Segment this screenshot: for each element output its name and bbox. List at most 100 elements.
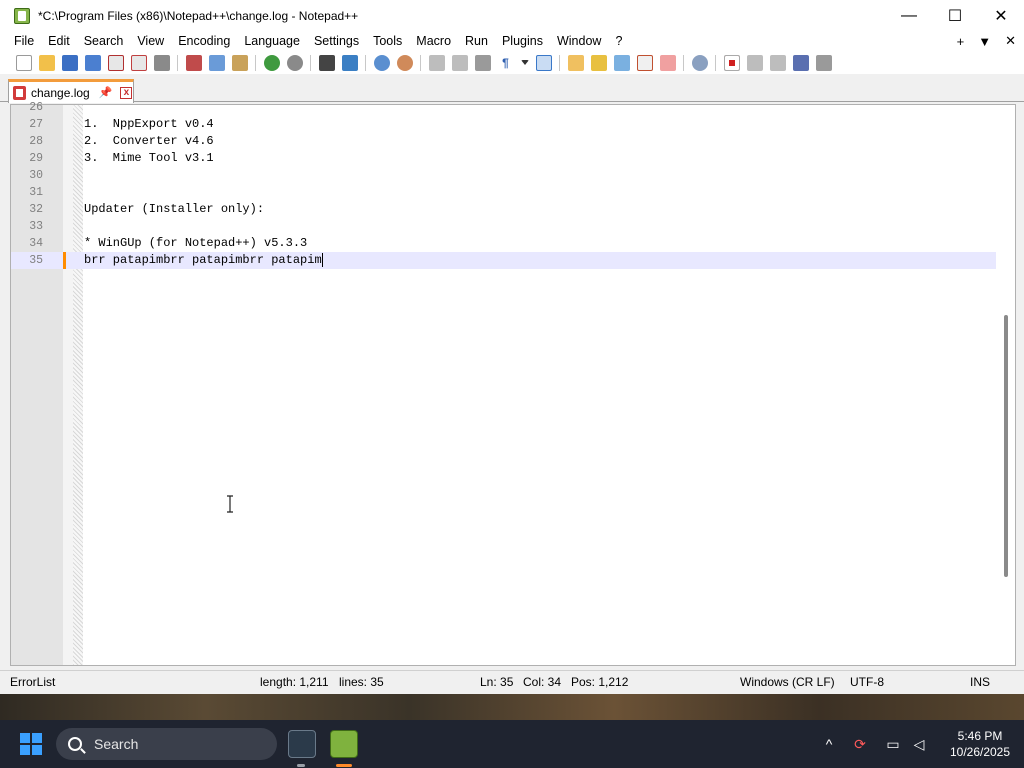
status-language: ErrorList [10, 675, 56, 689]
title-bar[interactable]: *C:\Program Files (x86)\Notepad++\change… [0, 0, 1024, 31]
menu-edit[interactable]: Edit [41, 34, 77, 48]
editor-line[interactable]: 33 [11, 218, 996, 235]
menu-plugins[interactable]: Plugins [495, 34, 550, 48]
zoom-in-icon[interactable] [373, 54, 390, 71]
line-text[interactable]: 2. Converter v4.6 [84, 133, 214, 150]
minimize-button[interactable]: — [886, 0, 932, 31]
line-text[interactable]: Updater (Installer only): [84, 201, 264, 218]
status-eol[interactable]: Windows (CR LF) [740, 675, 835, 689]
close-all-icon[interactable] [130, 54, 147, 71]
zoom-out-icon[interactable] [396, 54, 413, 71]
notepadpp-app-icon[interactable] [14, 7, 30, 24]
editor-line[interactable]: 26 [11, 99, 996, 116]
dropdown-arrow-icon[interactable] [520, 60, 529, 65]
menu-view[interactable]: View [130, 34, 171, 48]
current-line[interactable]: 35 brr patapimbrr patapimbrr patapim [11, 252, 996, 269]
editor-line[interactable]: 31 [11, 184, 996, 201]
status-insert-mode[interactable]: INS [970, 675, 990, 689]
editor-line[interactable]: 30 [11, 167, 996, 184]
sync-error-icon[interactable]: ⟳ [852, 736, 868, 752]
pin-icon[interactable]: 📌 [99, 86, 113, 99]
terminal-running-indicator [297, 764, 305, 767]
stop-macro-icon[interactable] [746, 54, 763, 71]
line-text-content: 2. Converter v4.6 [84, 134, 214, 148]
run-macro-multiple-icon[interactable] [792, 54, 809, 71]
open-file-icon[interactable] [38, 54, 55, 71]
window-controls: — ☐ ✕ [886, 0, 1024, 31]
status-bar: ErrorList length: 1,211 lines: 35 Ln: 35… [0, 670, 1024, 693]
folder-as-workspace-icon[interactable] [659, 54, 676, 71]
paste-icon[interactable] [231, 54, 248, 71]
menu-run[interactable]: Run [458, 34, 495, 48]
menu-file[interactable]: File [0, 34, 41, 48]
menu-encoding[interactable]: Encoding [171, 34, 237, 48]
word-wrap-icon[interactable] [474, 54, 491, 71]
save-macro-icon[interactable] [815, 54, 832, 71]
clock-time: 5:46 PM [957, 729, 1003, 743]
print-icon[interactable] [153, 54, 170, 71]
show-all-characters-icon[interactable]: ¶ [497, 54, 514, 71]
change-history-marker [63, 252, 66, 269]
taskbar-clock[interactable]: 5:46 PM 10/26/2025 [940, 728, 1020, 760]
editor-line[interactable]: 28 2. Converter v4.6 [11, 133, 996, 150]
close-window-button[interactable]: ✕ [978, 0, 1024, 31]
play-macro-icon[interactable] [769, 54, 786, 71]
new-tab-plus-icon[interactable]: + [957, 34, 965, 49]
replace-icon[interactable] [341, 54, 358, 71]
vertical-scrollbar[interactable] [998, 105, 1015, 665]
find-icon[interactable] [318, 54, 335, 71]
undo-icon[interactable] [263, 54, 280, 71]
terminal-app-icon[interactable] [288, 730, 316, 758]
menu-language[interactable]: Language [237, 34, 307, 48]
line-text[interactable]: 3. Mime Tool v3.1 [84, 150, 214, 167]
define-language-icon[interactable] [567, 54, 584, 71]
copy-icon[interactable] [208, 54, 225, 71]
start-windows-icon[interactable] [20, 733, 42, 755]
notepadpp-active-indicator [336, 764, 352, 767]
menu-macro[interactable]: Macro [409, 34, 458, 48]
editor-line[interactable]: 29 3. Mime Tool v3.1 [11, 150, 996, 167]
menu-tools[interactable]: Tools [366, 34, 409, 48]
menu-search[interactable]: Search [77, 34, 131, 48]
status-encoding[interactable]: UTF-8 [850, 675, 884, 689]
document-map-icon[interactable] [590, 54, 607, 71]
cut-icon[interactable] [185, 54, 202, 71]
tab-close-icon[interactable]: x [120, 86, 133, 99]
vertical-scrollbar-thumb[interactable] [1004, 315, 1008, 577]
line-number: 27 [29, 118, 43, 131]
editor-lines[interactable]: 26 27 1. NppExport v0.4 28 2. Converter v4.6… [11, 99, 996, 269]
taskbar-search-box[interactable]: Search [56, 728, 277, 760]
record-macro-icon[interactable] [723, 54, 740, 71]
menu-right-controls: + ▼ ✕ [957, 31, 1016, 51]
close-document-icon[interactable]: ✕ [1005, 33, 1016, 49]
notepadpp-taskbar-icon[interactable] [330, 730, 358, 758]
indent-guide-icon[interactable] [535, 54, 552, 71]
chevron-up-icon[interactable]: ^ [821, 736, 837, 752]
tab-label: change.log [31, 85, 90, 100]
menu-window[interactable]: Window [550, 34, 608, 48]
editor-line[interactable]: 32 Updater (Installer only): [11, 201, 996, 218]
new-file-icon[interactable] [15, 54, 32, 71]
line-text[interactable]: 1. NppExport v0.4 [84, 116, 214, 133]
tab-list-dropdown-icon[interactable]: ▼ [978, 34, 991, 49]
sync-vertical-icon[interactable] [428, 54, 445, 71]
volume-muted-icon[interactable]: ◁ [911, 736, 927, 752]
save-icon[interactable] [61, 54, 78, 71]
text-editor[interactable]: 26 27 1. NppExport v0.4 28 2. Converter v4.6… [10, 101, 1016, 666]
network-icon[interactable]: ▭ [885, 736, 901, 752]
menu-settings[interactable]: Settings [307, 34, 366, 48]
document-list-icon[interactable] [613, 54, 630, 71]
editor-line[interactable]: 27 1. NppExport v0.4 [11, 116, 996, 133]
monitoring-eye-icon[interactable] [691, 54, 708, 71]
menu-help[interactable]: ? [608, 34, 629, 48]
close-file-icon[interactable] [107, 54, 124, 71]
close-icon: ✕ [994, 7, 1008, 25]
sync-horizontal-icon[interactable] [451, 54, 468, 71]
maximize-button[interactable]: ☐ [932, 0, 978, 31]
redo-icon[interactable] [286, 54, 303, 71]
function-list-icon[interactable] [636, 54, 653, 71]
line-text[interactable]: * WinGUp (for Notepad++) v5.3.3 [84, 235, 307, 252]
editor-line[interactable]: 34 * WinGUp (for Notepad++) v5.3.3 [11, 235, 996, 252]
save-all-icon[interactable] [84, 54, 101, 71]
line-text[interactable]: brr patapimbrr patapimbrr patapim [84, 252, 323, 269]
